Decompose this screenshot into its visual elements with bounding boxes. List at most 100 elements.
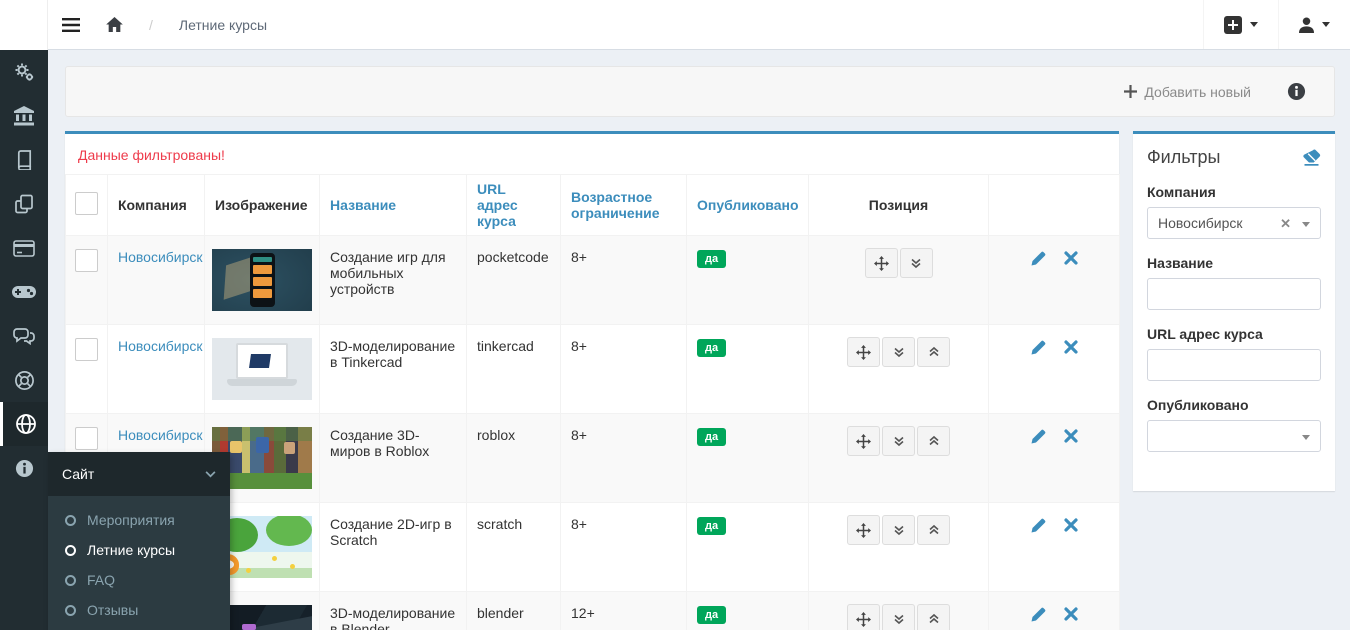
move-down-button[interactable] (882, 426, 915, 456)
double-chevron-up-icon (928, 524, 940, 536)
filtered-notice: Данные фильтрованы! (65, 134, 1119, 174)
pencil-icon (1030, 518, 1046, 534)
move-button[interactable] (865, 248, 898, 278)
move-down-button[interactable] (882, 604, 915, 630)
delete-x-icon (1064, 607, 1078, 621)
table-row: Новосибирск Создание игр для мобильных ус… (66, 236, 1120, 325)
submenu-item[interactable]: Отзывы (48, 595, 230, 625)
column-header-title[interactable]: Название (320, 175, 467, 236)
sidebar-item-settings[interactable] (0, 50, 48, 94)
move-up-button[interactable] (917, 337, 950, 367)
book-icon (15, 150, 34, 170)
move-icon (856, 434, 871, 449)
edit-button[interactable] (1030, 518, 1046, 537)
circle-icon (65, 545, 76, 556)
pencil-icon (1030, 251, 1046, 267)
delete-button[interactable] (1064, 340, 1078, 357)
user-menu-button[interactable] (1278, 0, 1350, 49)
edit-button[interactable] (1030, 251, 1046, 270)
caret-down-icon (1250, 22, 1258, 27)
add-menu-button[interactable] (1203, 0, 1278, 49)
edit-button[interactable] (1030, 607, 1046, 626)
published-badge: да (697, 339, 726, 357)
company-filter-select[interactable]: Новосибирск ✕ (1147, 207, 1321, 239)
double-chevron-down-icon (893, 613, 905, 625)
delete-x-icon (1064, 429, 1078, 443)
edit-button[interactable] (1030, 429, 1046, 448)
submenu-item[interactable]: FAQ (48, 565, 230, 595)
breadcrumb-current: Летние курсы (179, 17, 267, 33)
move-up-button[interactable] (917, 604, 950, 630)
delete-button[interactable] (1064, 518, 1078, 535)
home-icon[interactable] (106, 17, 123, 32)
move-icon (874, 256, 889, 271)
row-checkbox[interactable] (75, 427, 98, 450)
info-icon[interactable] (1287, 82, 1306, 101)
pencil-icon (1030, 429, 1046, 445)
sidebar-item-about[interactable] (0, 446, 48, 490)
edit-button[interactable] (1030, 340, 1046, 359)
submenu-item-label: Мероприятия (87, 512, 175, 528)
delete-button[interactable] (1064, 607, 1078, 624)
clear-icon[interactable]: ✕ (1280, 208, 1291, 239)
name-filter-input[interactable] (1147, 278, 1321, 310)
company-link[interactable]: Новосибирск (118, 427, 203, 443)
sidebar-item-site[interactable] (0, 402, 48, 446)
gears-icon (13, 61, 35, 83)
url-filter-input[interactable] (1147, 349, 1321, 381)
column-header-url[interactable]: URL адрес курса (467, 175, 561, 236)
company-link[interactable]: Новосибирск (118, 249, 203, 265)
life-ring-icon (14, 370, 35, 391)
sidebar-item-payments[interactable] (0, 226, 48, 270)
submenu-item[interactable]: Фотографии (48, 625, 230, 630)
move-button[interactable] (847, 515, 880, 545)
logo-area (0, 0, 48, 50)
move-button[interactable] (847, 604, 880, 630)
course-url: blender (467, 592, 561, 630)
company-link[interactable]: Новосибирск (118, 338, 203, 354)
move-button[interactable] (847, 426, 880, 456)
submenu-item[interactable]: Летние курсы (48, 535, 230, 565)
column-header-published[interactable]: Опубликовано (687, 175, 809, 236)
circle-icon (65, 515, 76, 526)
published-badge: да (697, 517, 726, 535)
course-image (212, 249, 312, 311)
delete-button[interactable] (1064, 251, 1078, 268)
row-checkbox[interactable] (75, 249, 98, 272)
published-filter-select[interactable] (1147, 420, 1321, 452)
delete-x-icon (1064, 518, 1078, 532)
sidebar-item-games[interactable] (0, 270, 48, 314)
delete-x-icon (1064, 251, 1078, 265)
submenu-item[interactable]: Мероприятия (48, 505, 230, 535)
sidebar-item-support[interactable] (0, 358, 48, 402)
delete-button[interactable] (1064, 429, 1078, 446)
double-chevron-down-icon (910, 257, 922, 269)
add-new-button[interactable]: Добавить новый (1124, 84, 1251, 100)
caret-down-icon (1302, 222, 1310, 227)
sidebar-item-feedback[interactable] (0, 314, 48, 358)
double-chevron-up-icon (928, 613, 940, 625)
move-button[interactable] (847, 337, 880, 367)
published-filter-label: Опубликовано (1147, 397, 1321, 413)
double-chevron-up-icon (928, 435, 940, 447)
sidebar-flyout-site[interactable]: Сайт (48, 452, 230, 496)
info-circle-icon (15, 459, 34, 478)
toolbar: Добавить новый (65, 66, 1335, 117)
sidebar-toggle-button[interactable] (48, 0, 94, 49)
course-title: Создание игр для мобильных устройств (320, 236, 467, 325)
eraser-icon[interactable] (1302, 149, 1321, 166)
column-header-age[interactable]: Возрастное ограничение (561, 175, 687, 236)
course-title: Создание 2D-игр в Scratch (320, 503, 467, 592)
sidebar-item-pages[interactable] (0, 182, 48, 226)
sidebar-item-organization[interactable] (0, 94, 48, 138)
move-down-button[interactable] (900, 248, 933, 278)
move-down-button[interactable] (882, 337, 915, 367)
sidebar-item-courses[interactable] (0, 138, 48, 182)
double-chevron-down-icon (893, 524, 905, 536)
select-all-checkbox[interactable] (75, 192, 98, 215)
move-up-button[interactable] (917, 426, 950, 456)
move-up-button[interactable] (917, 515, 950, 545)
row-checkbox[interactable] (75, 338, 98, 361)
double-chevron-down-icon (893, 435, 905, 447)
move-down-button[interactable] (882, 515, 915, 545)
